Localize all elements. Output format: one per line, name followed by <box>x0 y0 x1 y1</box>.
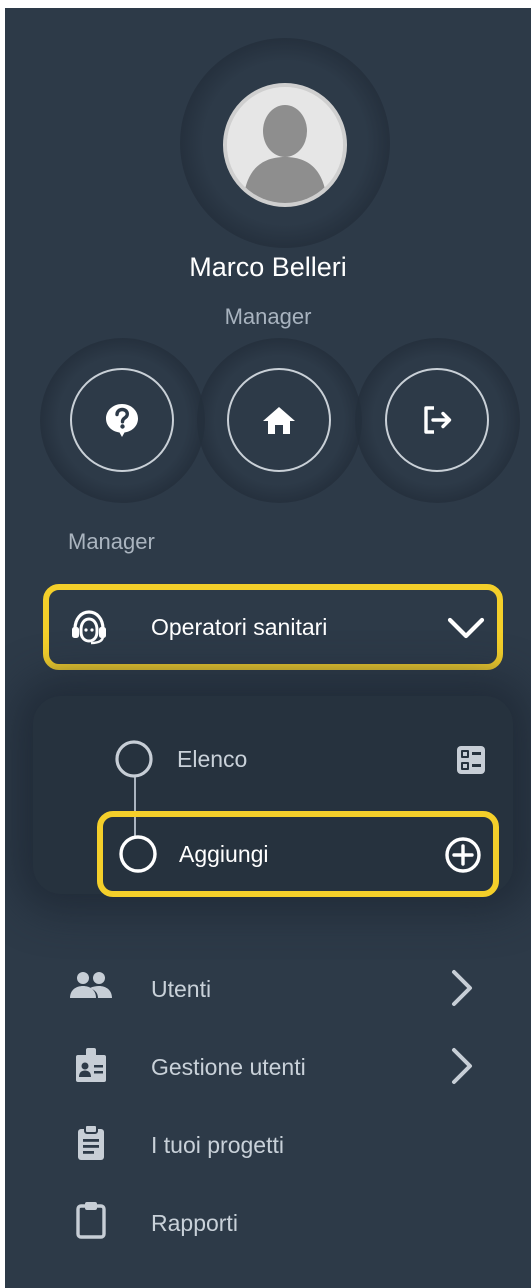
menu-label: Rapporti <box>151 1210 238 1236</box>
menu-label: I tuoi progetti <box>151 1132 284 1158</box>
section-label: Manager <box>68 529 155 554</box>
chevron-right-icon <box>452 970 472 1006</box>
home-button[interactable] <box>227 368 331 472</box>
help-icon <box>106 404 138 437</box>
avatar[interactable] <box>223 83 347 207</box>
menu-label: Utenti <box>151 976 212 1002</box>
menu-label: Operatori sanitari <box>151 614 328 640</box>
chevron-right-icon <box>452 1048 472 1084</box>
submenu-label: Elenco <box>177 746 248 772</box>
user-role: Manager <box>224 304 312 329</box>
home-icon <box>263 407 295 434</box>
submenu-item-elenco[interactable]: Elenco <box>105 734 495 784</box>
user-silhouette-icon <box>227 87 343 203</box>
clipboard-text-icon <box>78 1124 104 1160</box>
people-icon <box>70 972 112 998</box>
menu-i-tuoi-progetti[interactable]: I tuoi progetti <box>60 1116 500 1172</box>
sidebar: Marco Belleri Manager Manager Operatori … <box>5 8 531 1288</box>
submenu-item-aggiungi[interactable]: Aggiungi <box>97 811 499 897</box>
list-icon <box>457 746 485 774</box>
submenu-label: Aggiungi <box>179 841 269 867</box>
add-circle-icon <box>445 837 481 873</box>
logout-button[interactable] <box>385 368 489 472</box>
menu-utenti[interactable]: Utenti <box>60 960 500 1016</box>
headset-icon <box>72 610 106 645</box>
menu-gestione-utenti[interactable]: Gestione utenti <box>60 1038 500 1094</box>
menu-rapporti[interactable]: Rapporti <box>60 1194 500 1250</box>
help-button[interactable] <box>70 368 174 472</box>
menu-operatori-sanitari[interactable]: Operatori sanitari <box>43 584 503 670</box>
chevron-down-icon[interactable] <box>447 616 485 640</box>
menu-label: Gestione utenti <box>151 1054 306 1080</box>
user-name: Marco Belleri <box>189 252 347 282</box>
clipboard-icon <box>76 1202 106 1239</box>
circle-bullet-icon <box>119 835 157 873</box>
logout-icon <box>424 406 452 434</box>
badge-icon <box>76 1048 106 1082</box>
circle-bullet-icon <box>115 740 153 778</box>
